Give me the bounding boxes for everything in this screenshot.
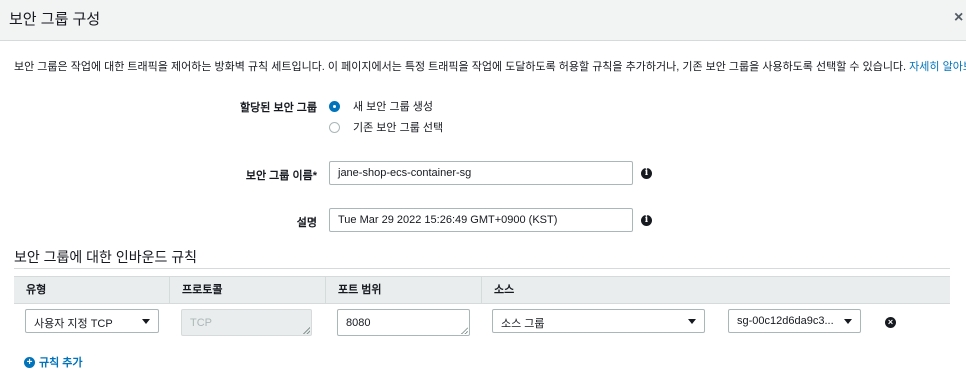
column-header-source: 소스 (481, 277, 950, 303)
sg-description-label: 설명 (296, 217, 317, 229)
rule-source-sg-value: sg-00c12d6da9c3... (737, 315, 834, 327)
sg-name-info-icon[interactable]: i (641, 168, 652, 179)
learn-more-link[interactable]: 자세히 알아보기 (909, 61, 966, 73)
assigned-sg-label: 할당된 보안 그룹 (240, 102, 317, 114)
section-divider (14, 268, 950, 269)
sg-description-input[interactable]: Tue Mar 29 2022 15:26:49 GMT+0900 (KST) (329, 208, 633, 232)
sg-name-label: 보안 그룹 이름* (245, 170, 317, 182)
radio-create-new-sg-label: 새 보안 그룹 생성 (353, 101, 434, 113)
column-header-port-range: 포트 범위 (325, 277, 481, 303)
column-header-protocol: 프로토콜 (169, 277, 325, 303)
add-rule-button[interactable]: + 규칙 추가 (24, 354, 83, 370)
radio-select-existing-sg-label: 기존 보안 그룹 선택 (353, 122, 444, 134)
sg-name-input[interactable]: jane-shop-ecs-container-sg (329, 161, 633, 185)
rule-type-select[interactable]: 사용자 지정 TCP (25, 309, 159, 333)
radio-selected-indicator[interactable] (329, 100, 340, 112)
add-rule-label: 규칙 추가 (39, 357, 83, 369)
radio-select-existing-sg[interactable]: 기존 보안 그룹 선택 (329, 119, 443, 135)
remove-rule-icon[interactable]: × (885, 317, 896, 328)
radio-create-new-sg[interactable]: 새 보안 그룹 생성 (329, 98, 433, 114)
rules-table-header: 유형 프로토콜 포트 범위 소스 (14, 276, 950, 304)
close-icon[interactable]: × (954, 8, 966, 28)
resize-grip-icon (303, 327, 310, 334)
rule-port-range-value: 8080 (346, 317, 371, 329)
modal-header: 보안 그룹 구성 × (0, 0, 966, 41)
rule-source-sg-select[interactable]: sg-00c12d6da9c3... (728, 309, 861, 333)
radio-unselected-indicator[interactable] (329, 121, 340, 133)
chevron-down-icon (688, 319, 696, 324)
description-text: 보안 그룹은 작업에 대한 트래픽을 제어하는 방화벽 규칙 세트입니다. 이 … (14, 58, 966, 74)
inbound-rules-title: 보안 그룹에 대한 인바운드 규칙 (14, 249, 197, 265)
rule-port-range-input[interactable]: 8080 (337, 309, 470, 336)
modal-title: 보안 그룹 구성 (9, 11, 101, 28)
chevron-down-icon (844, 319, 852, 324)
plus-circle-icon: + (24, 356, 35, 368)
sg-description-info-icon[interactable]: i (641, 215, 652, 226)
rule-protocol-value: TCP (190, 317, 212, 329)
rule-source-type-value: 소스 그룹 (501, 318, 545, 330)
chevron-down-icon (142, 319, 150, 324)
rule-source-type-select[interactable]: 소스 그룹 (492, 309, 705, 333)
rule-type-value: 사용자 지정 TCP (34, 318, 113, 330)
column-header-type: 유형 (26, 284, 47, 296)
resize-grip-icon (461, 327, 468, 334)
description-body: 보안 그룹은 작업에 대한 트래픽을 제어하는 방화벽 규칙 세트입니다. 이 … (14, 61, 910, 73)
rule-protocol-field: TCP (181, 309, 312, 336)
